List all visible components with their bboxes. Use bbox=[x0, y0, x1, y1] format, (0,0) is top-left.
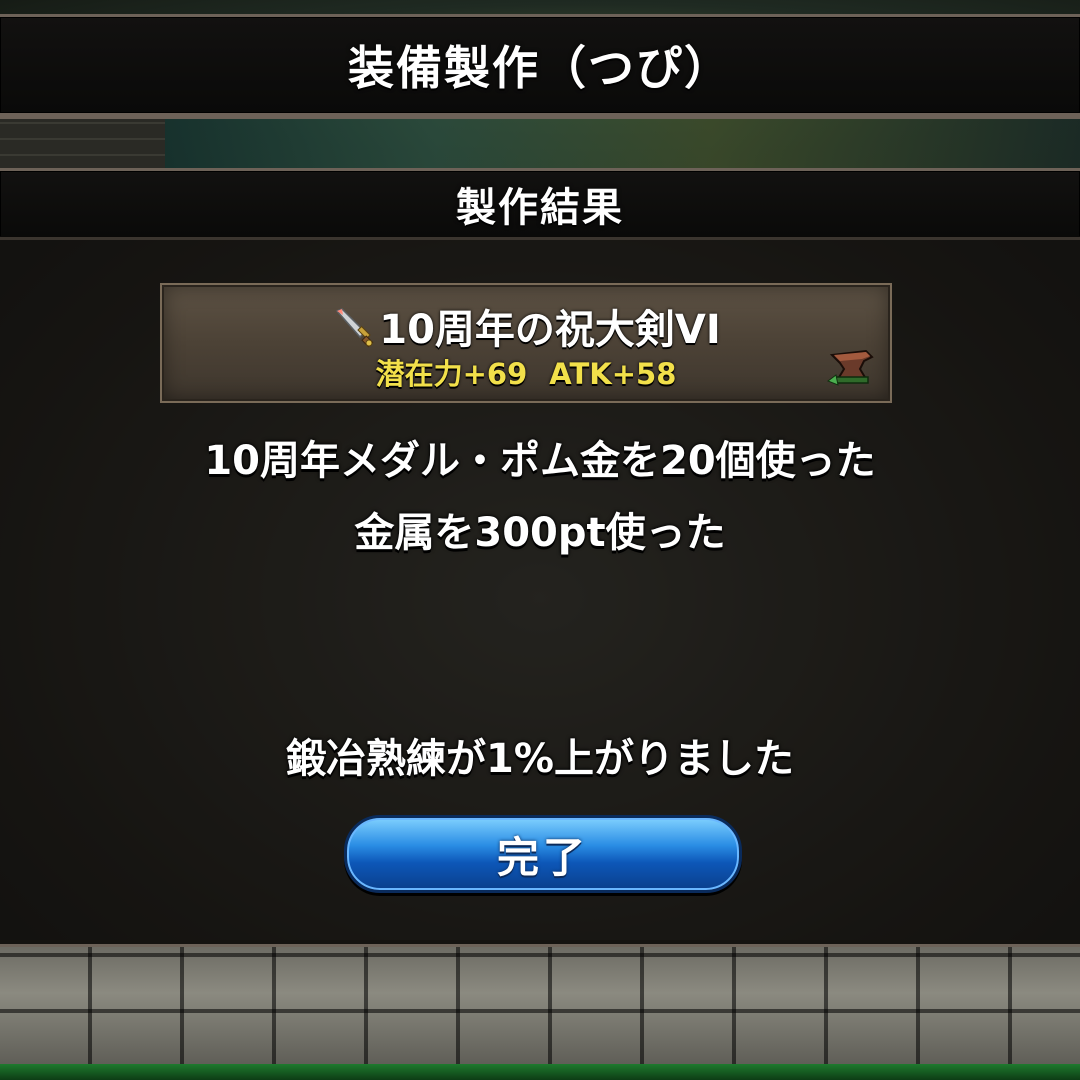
done-button[interactable]: 完了 bbox=[344, 815, 742, 893]
sword-icon bbox=[335, 308, 374, 348]
header-divider bbox=[0, 116, 1080, 119]
anvil-icon bbox=[826, 349, 874, 386]
materials-used-message: 10周年メダル・ポム金を20個使った bbox=[204, 438, 876, 484]
item-stats: 潜在力+69 ATK+58 bbox=[162, 351, 890, 393]
done-button-label: 完了 bbox=[496, 832, 589, 882]
item-name-row: 10周年の祝大剣VI bbox=[162, 297, 890, 355]
item-name: 10周年の祝大剣VI bbox=[379, 307, 721, 353]
metal-used-message: 金属を300pt使った bbox=[354, 510, 726, 556]
skill-up-message: 鍛冶熟練が1%上がりました bbox=[286, 736, 794, 782]
stat-potential: 潜在力+69 bbox=[375, 357, 528, 391]
background-wall bbox=[0, 110, 165, 170]
page-title: 装備製作（つぴ） bbox=[0, 14, 1080, 116]
result-heading: 製作結果 bbox=[0, 168, 1080, 240]
stat-atk: ATK+58 bbox=[549, 357, 677, 391]
stone-floor bbox=[0, 945, 1080, 1065]
result-item-card: 10周年の祝大剣VI 潜在力+69 ATK+58 bbox=[160, 283, 892, 403]
bottom-status-bar bbox=[0, 1064, 1080, 1080]
